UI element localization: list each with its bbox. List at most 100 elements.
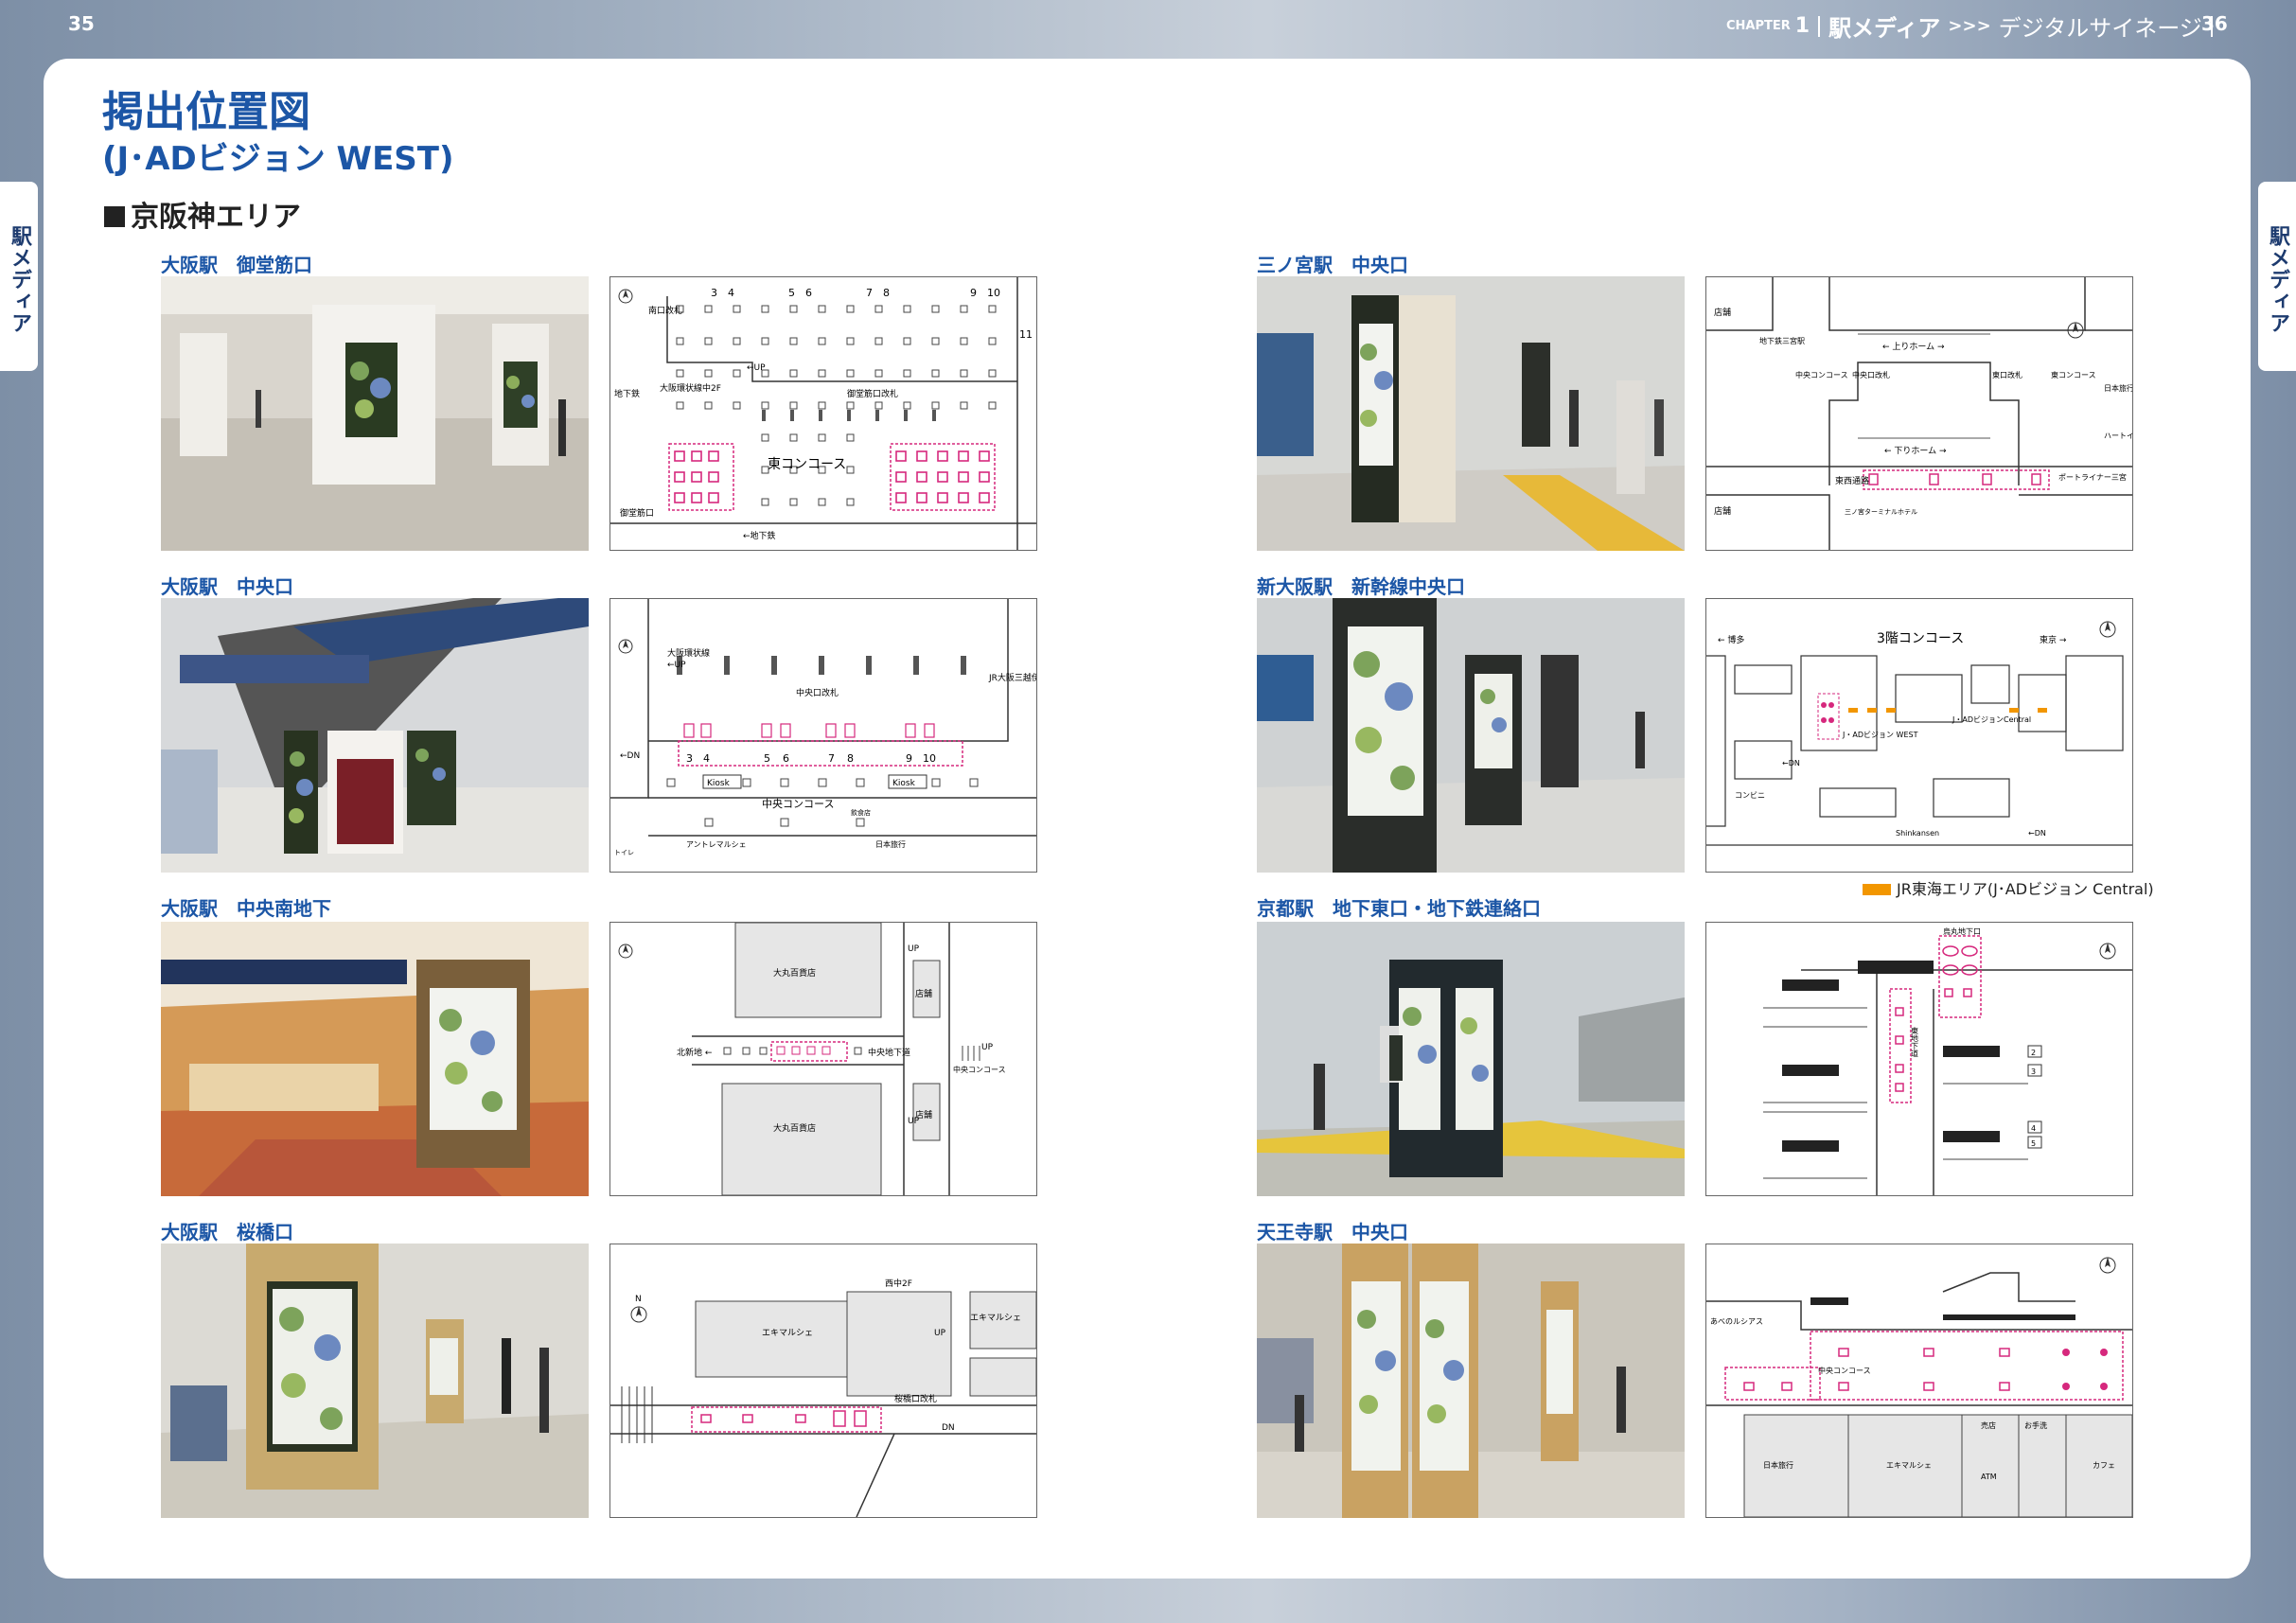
map-number: 4 [2031,1124,2036,1133]
location-map: 大丸百貨店 大丸百貨店 店舗 店舗 UP UP 北新地 ← 中央地下道 UP 中… [609,922,1037,1196]
map-label: ←UP [667,661,686,670]
map-label: 烏丸地下口 [1943,926,1981,936]
map-number: 2 [2031,1049,2036,1057]
map-number: 4 [728,287,734,299]
side-tab-left[interactable]: 駅メディア [0,182,38,371]
map-label: ポートライナー三宮 [2058,472,2127,482]
section-label: 駅メディア [1828,15,1941,42]
map-label: 東コンコース [2051,370,2096,379]
breadcrumb-arrow: >>> [1948,16,1991,36]
location-caption: 新大阪駅 新幹線中央口 [1257,575,1465,598]
location-caption: 三ノ宮駅 中央口 [1257,254,1408,276]
map-label: 大丸百貨店 [773,1122,816,1134]
location-photo [1257,922,1685,1196]
location-photo [1257,1244,1685,1518]
map-number: 3 [686,752,693,765]
map-label: 中央コンコース [762,798,834,810]
map-number: 10 [987,287,1000,299]
side-tab-right[interactable]: 駅メディア [2258,182,2296,371]
map-label: エキマルシェ [1886,1461,1932,1470]
map-label: 北新地 ← [677,1047,713,1058]
map-label: ←UP [747,363,766,373]
map-label: 南口改札 [648,305,682,316]
map-label: 桜橋口改札 [894,1393,937,1404]
location-caption: 京都駅 地下東口・地下鉄連絡口 [1257,897,1541,920]
region-heading: 京阪神エリア [104,193,301,235]
map-label: J・ADビジョン WEST [1842,731,1918,739]
map-label: ← 下りホーム → [1884,446,1947,456]
map-label: Kiosk [707,779,731,788]
map-number: 7 [866,287,873,299]
map-number: 5 [788,287,795,299]
map-label: UP [981,1043,994,1052]
map-label: カフェ [2093,1461,2115,1470]
divider [1818,15,1821,37]
map-number: 10 [923,752,936,765]
map-label: J・ADビジョンCentral [1952,715,2031,724]
map-label: ATM [1981,1473,1997,1481]
map-number: 9 [906,752,912,765]
map-label: 大阪環状線中2F [660,382,721,394]
location-caption: 大阪駅 桜橋口 [161,1221,293,1244]
map-label: 日本旅行 [875,839,906,849]
location-caption: 大阪駅 中央南地下 [161,897,331,920]
map-label: ←地下鉄 [743,530,776,541]
map-label: 3階コンコース [1877,631,1964,646]
map-label: 中央口改札 [796,687,839,698]
side-tab-label: 駅メディア [2266,225,2289,334]
map-label: UP [934,1329,946,1338]
map-label: 店舗 [1714,307,1731,318]
map-label: 大丸百貨店 [773,967,816,979]
svg-text:N: N [635,1295,642,1304]
location-map: 烏丸地下口 東地下道 2 3 4 5 [1705,922,2133,1196]
location-caption: 大阪駅 御堂筋口 [161,254,312,276]
map-label: ←DN [2028,829,2046,838]
map-number: 11 [1019,328,1033,341]
map-number: 9 [970,287,977,299]
map-number: 3 [2031,1067,2036,1076]
map-number: 8 [847,752,854,765]
map-number: 5 [2031,1139,2036,1148]
map-label: エキマルシェ [970,1314,1021,1323]
map-label: 飲食店 [851,808,871,817]
location-map: あべのルシアス 中央コンコース 日本旅行 エキマルシェ ATM カフェ 売店 お… [1705,1244,2133,1518]
map-label: 西中2F [885,1278,912,1289]
map-number: 6 [783,752,789,765]
location-map: 店舗 地下鉄三宮駅 ← 上りホーム → 中央コンコース 中央口改札 東口改札 東… [1705,276,2133,551]
legend-label: JR東海エリア(J･ADビジョン Central) [1897,880,2154,898]
map-label: 日本旅行 [2104,383,2132,393]
map-label: 東地下道 [1911,1026,1919,1058]
map-label: 店舗 [1714,505,1731,517]
legend: JR東海エリア(J･ADビジョン Central) [1863,876,2154,899]
map-label: 三ノ宮ターミナルホテル [1845,507,1917,516]
location-map: 3 4 5 6 7 8 9 10 11 南口改札 ←UP 大阪環状線中2F 地下鉄 御堂筋口改札… [609,276,1037,551]
chapter-word: CHAPTER [1726,19,1791,33]
map-label: 大阪環状線 [667,647,710,659]
map-label: Shinkansen [1896,829,1939,838]
map-label: 中央コンコース [1795,370,1848,379]
map-label: 地下鉄三宮駅 [1759,336,1805,345]
map-label: あべのルシアス [1710,1317,1763,1326]
chapter-number: 1 [1794,14,1810,38]
map-label: エキマルシェ [762,1329,813,1338]
map-label: 東京 → [2040,634,2067,645]
location-caption: 天王寺駅 中央口 [1257,1221,1408,1244]
location-photo [161,598,589,873]
map-label: 中央コンコース [1818,1366,1871,1375]
location-map: 大阪環状線 ←UP JR大阪三越伊勢丹 中央口改札 345678910 ←DN … [609,598,1037,873]
map-number: 6 [805,287,812,299]
map-label: Kiosk [892,779,916,788]
map-label: ← 博多 [1718,634,1744,645]
location-map: 3階コンコース ← 博多 東京 → J・ADビジョン WEST J・ADビジョン… [1705,598,2133,873]
map-number: 3 [711,287,717,299]
map-label: JR大阪三越伊勢丹 [988,672,1036,683]
location-photo [161,276,589,551]
location-photo [1257,276,1685,551]
map-label: 中央口改札 [1852,370,1890,379]
square-bullet-icon [104,206,125,227]
map-label: ハートイン [2104,432,2132,440]
map-number: 4 [703,752,710,765]
map-label: DN [942,1423,955,1433]
subsection-label: デジタルサイネージ [1998,15,2202,42]
map-label: 東コンコース [768,457,846,472]
